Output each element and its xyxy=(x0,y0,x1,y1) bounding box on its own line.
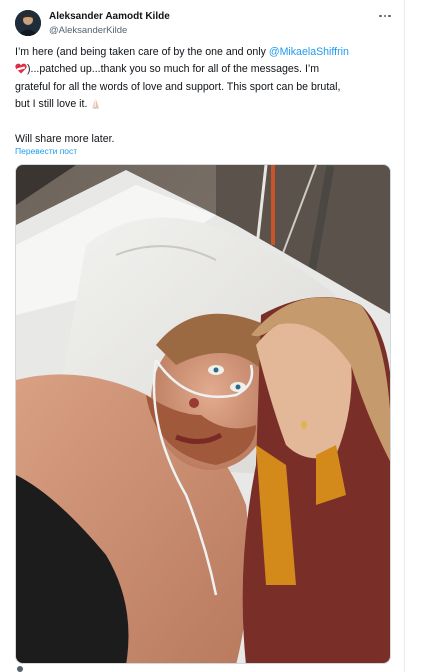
author-avatar[interactable] xyxy=(15,10,41,36)
column-divider xyxy=(404,0,405,672)
mending-heart-emoji xyxy=(15,63,27,80)
translate-link[interactable]: Перевести пост xyxy=(15,146,77,156)
author-handle[interactable]: @AleksanderKilde xyxy=(49,25,127,36)
tweet-card: Aleksander Aamodt Kilde @AleksanderKilde… xyxy=(0,0,404,672)
tweet-photo[interactable] xyxy=(15,164,391,664)
mention-link[interactable]: @MikaelaShiffrin xyxy=(269,46,349,58)
folded-hands-emoji xyxy=(90,98,101,115)
tweet-text-line-1: I’m here (and being taken care of by the… xyxy=(15,46,269,58)
tweet-text-line-5: Will share more later. xyxy=(15,132,115,145)
tweet-text: I’m here (and being taken care of by the… xyxy=(15,44,400,147)
more-horizontal-icon[interactable] xyxy=(376,9,394,23)
bottom-indicator-icon xyxy=(17,666,23,672)
tweet-text-line-2: )...patched up...thank you so much for a… xyxy=(27,62,320,75)
tweet-text-line-3: grateful for all the words of love and s… xyxy=(15,81,341,93)
author-name[interactable]: Aleksander Aamodt Kilde xyxy=(49,11,170,22)
tweet-text-line-4: but I still love it. xyxy=(15,97,88,110)
